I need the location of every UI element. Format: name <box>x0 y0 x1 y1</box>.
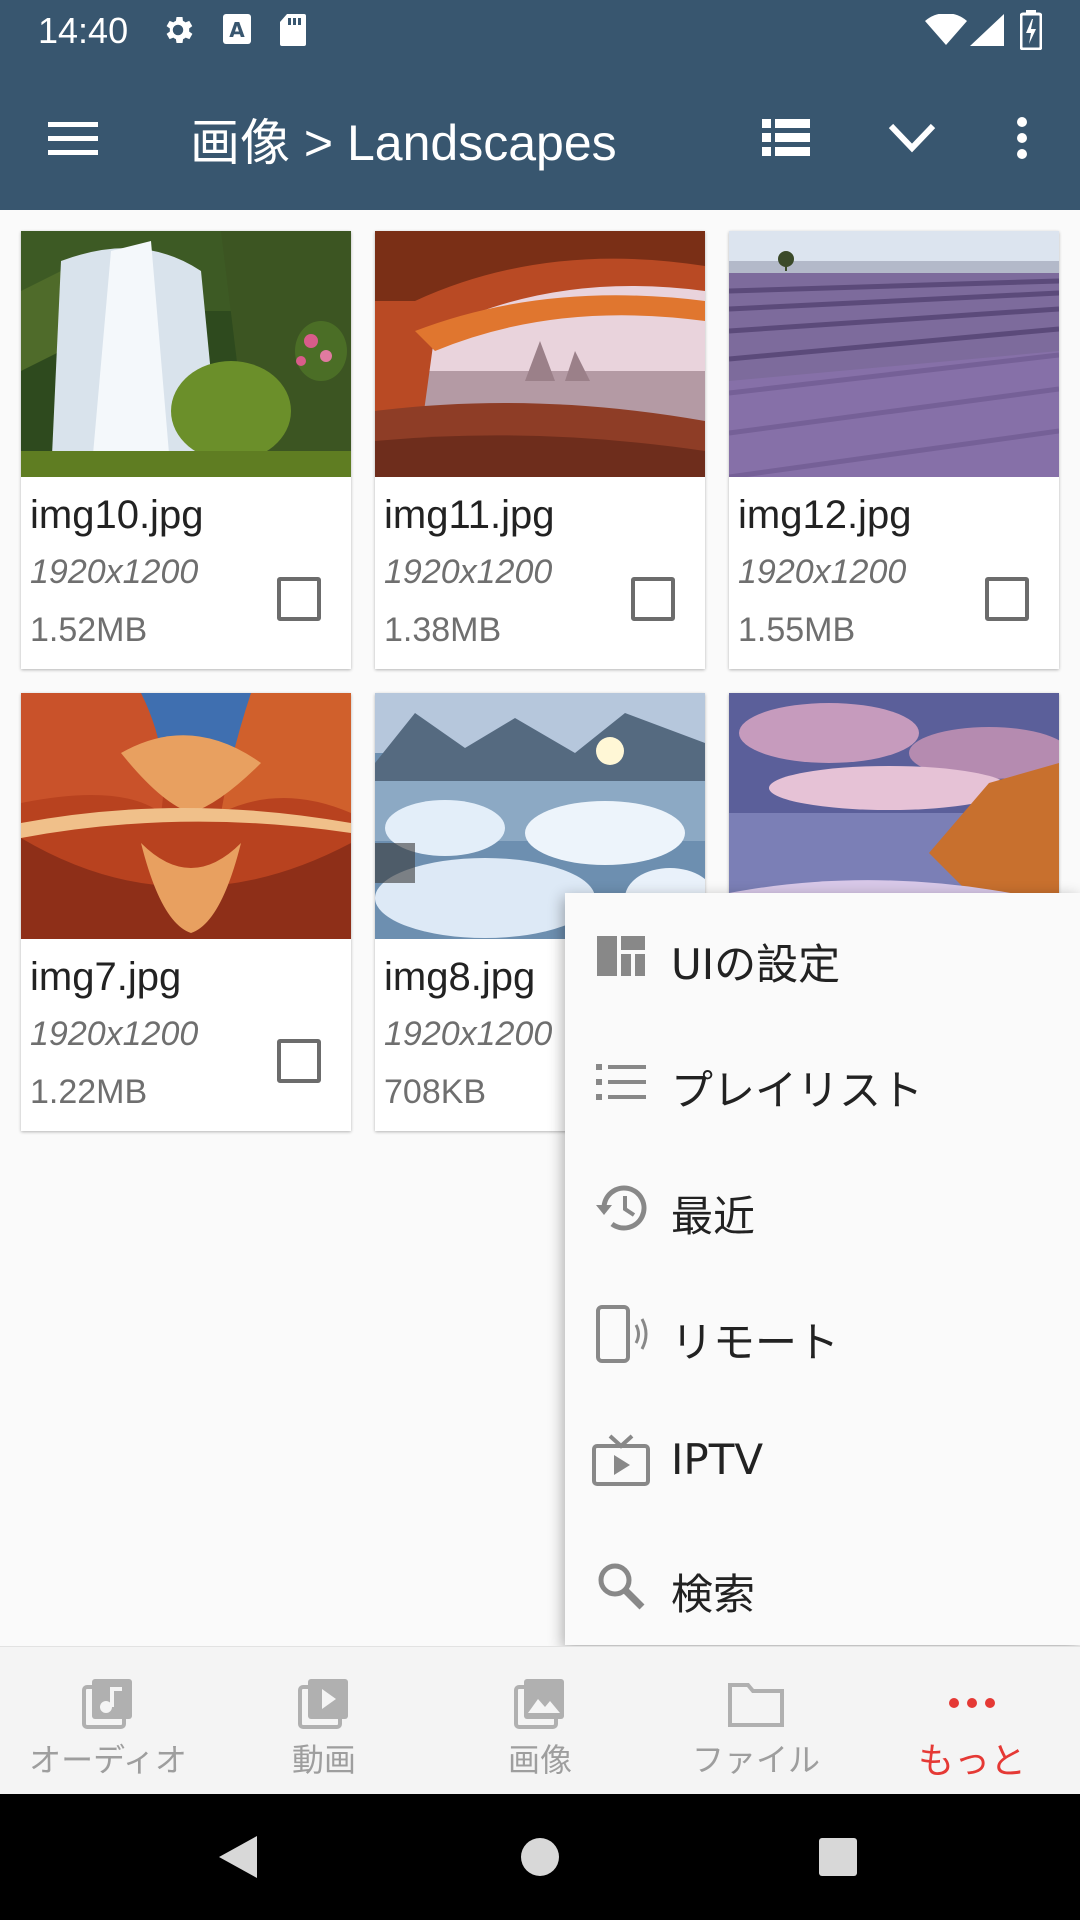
nav-label: オーディオ <box>29 1741 187 1779</box>
recents-icon[interactable] <box>803 1822 873 1892</box>
battery-charging-icon <box>1019 10 1043 54</box>
file-name: img12.jpg <box>738 493 912 537</box>
cell-signal-icon <box>970 14 1004 50</box>
hamburger-menu-icon[interactable] <box>35 100 111 176</box>
menu-item-label: IPTV <box>671 1435 764 1484</box>
nav-item-files[interactable]: ファイル <box>648 1647 864 1795</box>
file-resolution: 1920x1200 <box>384 553 553 591</box>
playlist-icon <box>591 1052 651 1112</box>
menu-item-playlist[interactable]: プレイリスト <box>565 1019 1080 1145</box>
image-card[interactable]: img12.jpg 1920x1200 1.55MB <box>729 231 1059 669</box>
folder-icon <box>726 1673 786 1733</box>
search-icon <box>591 1556 651 1616</box>
menu-item-recent[interactable]: 最近 <box>565 1145 1080 1271</box>
app-bar: 画像 > Landscapes <box>0 63 1080 210</box>
video-library-icon <box>294 1673 354 1733</box>
audio-library-icon <box>78 1673 138 1733</box>
dashboard-layout-icon <box>591 926 651 986</box>
thumbnail-lavender <box>729 231 1059 477</box>
menu-item-iptv[interactable]: IPTV <box>565 1397 1080 1523</box>
system-navigation-bar <box>0 1794 1080 1920</box>
file-resolution: 1920x1200 <box>30 1015 199 1053</box>
select-checkbox[interactable] <box>277 1039 321 1083</box>
nav-label: ファイル <box>691 1741 820 1779</box>
page-title: 画像 > Landscapes <box>190 115 617 171</box>
history-icon <box>591 1178 651 1238</box>
select-checkbox[interactable] <box>631 577 675 621</box>
image-card[interactable]: img10.jpg 1920x1200 1.52MB <box>21 231 351 669</box>
file-name: img8.jpg <box>384 955 536 999</box>
font-a-icon: A <box>222 12 252 50</box>
nav-item-images[interactable]: 画像 <box>432 1647 648 1795</box>
nav-item-more[interactable]: もっと <box>864 1647 1080 1795</box>
chevron-down-icon[interactable] <box>874 100 950 176</box>
thumbnail-arch <box>375 231 705 477</box>
svg-text:A: A <box>229 18 245 42</box>
nav-label: 動画 <box>291 1741 356 1779</box>
file-name: img10.jpg <box>30 493 204 537</box>
file-name: img11.jpg <box>384 493 555 537</box>
select-checkbox[interactable] <box>277 577 321 621</box>
file-name: img7.jpg <box>30 955 182 999</box>
image-card[interactable]: img7.jpg 1920x1200 1.22MB <box>21 693 351 1131</box>
menu-item-search[interactable]: 検索 <box>565 1523 1080 1649</box>
status-bar: 14:40 A <box>0 0 1080 63</box>
back-icon[interactable] <box>203 1822 273 1892</box>
tv-icon <box>591 1430 651 1490</box>
bottom-navigation: オーディオ 動画 画像 ファイル もっと <box>0 1646 1080 1794</box>
settings-icon <box>160 12 196 52</box>
file-resolution: 1920x1200 <box>30 553 199 591</box>
menu-item-label: プレイリスト <box>671 1066 924 1115</box>
image-library-icon <box>510 1673 570 1733</box>
sd-card-icon <box>278 12 308 52</box>
nav-item-video[interactable]: 動画 <box>216 1647 432 1795</box>
nav-label: 画像 <box>507 1741 572 1779</box>
menu-item-label: リモート <box>671 1318 840 1367</box>
thumbnail-sandstone <box>21 693 351 939</box>
wifi-icon <box>925 13 967 50</box>
menu-item-label: UIの設定 <box>671 940 841 989</box>
list-view-icon[interactable] <box>748 100 824 176</box>
remote-device-icon <box>591 1304 651 1364</box>
file-size: 1.38MB <box>384 611 502 649</box>
more-horiz-icon <box>942 1673 1002 1733</box>
menu-item-label: 最近 <box>671 1192 756 1241</box>
status-time: 14:40 <box>38 10 129 51</box>
home-icon[interactable] <box>505 1822 575 1892</box>
more-vert-icon[interactable] <box>984 100 1060 176</box>
menu-item-remote[interactable]: リモート <box>565 1271 1080 1397</box>
nav-label: もっと <box>917 1741 1026 1782</box>
file-size: 708KB <box>384 1073 487 1111</box>
file-resolution: 1920x1200 <box>738 553 907 591</box>
thumbnail-waterfall <box>21 231 351 477</box>
menu-item-label: 検索 <box>671 1570 756 1619</box>
file-size: 1.55MB <box>738 611 856 649</box>
image-card[interactable]: img11.jpg 1920x1200 1.38MB <box>375 231 705 669</box>
overflow-menu: UIの設定 プレイリスト 最近 リモート IPTV 検索 <box>565 893 1080 1645</box>
menu-item-ui-settings[interactable]: UIの設定 <box>565 893 1080 1019</box>
file-size: 1.52MB <box>30 611 148 649</box>
select-checkbox[interactable] <box>985 577 1029 621</box>
file-resolution: 1920x1200 <box>384 1015 553 1053</box>
nav-item-audio[interactable]: オーディオ <box>0 1647 216 1795</box>
file-size: 1.22MB <box>30 1073 148 1111</box>
